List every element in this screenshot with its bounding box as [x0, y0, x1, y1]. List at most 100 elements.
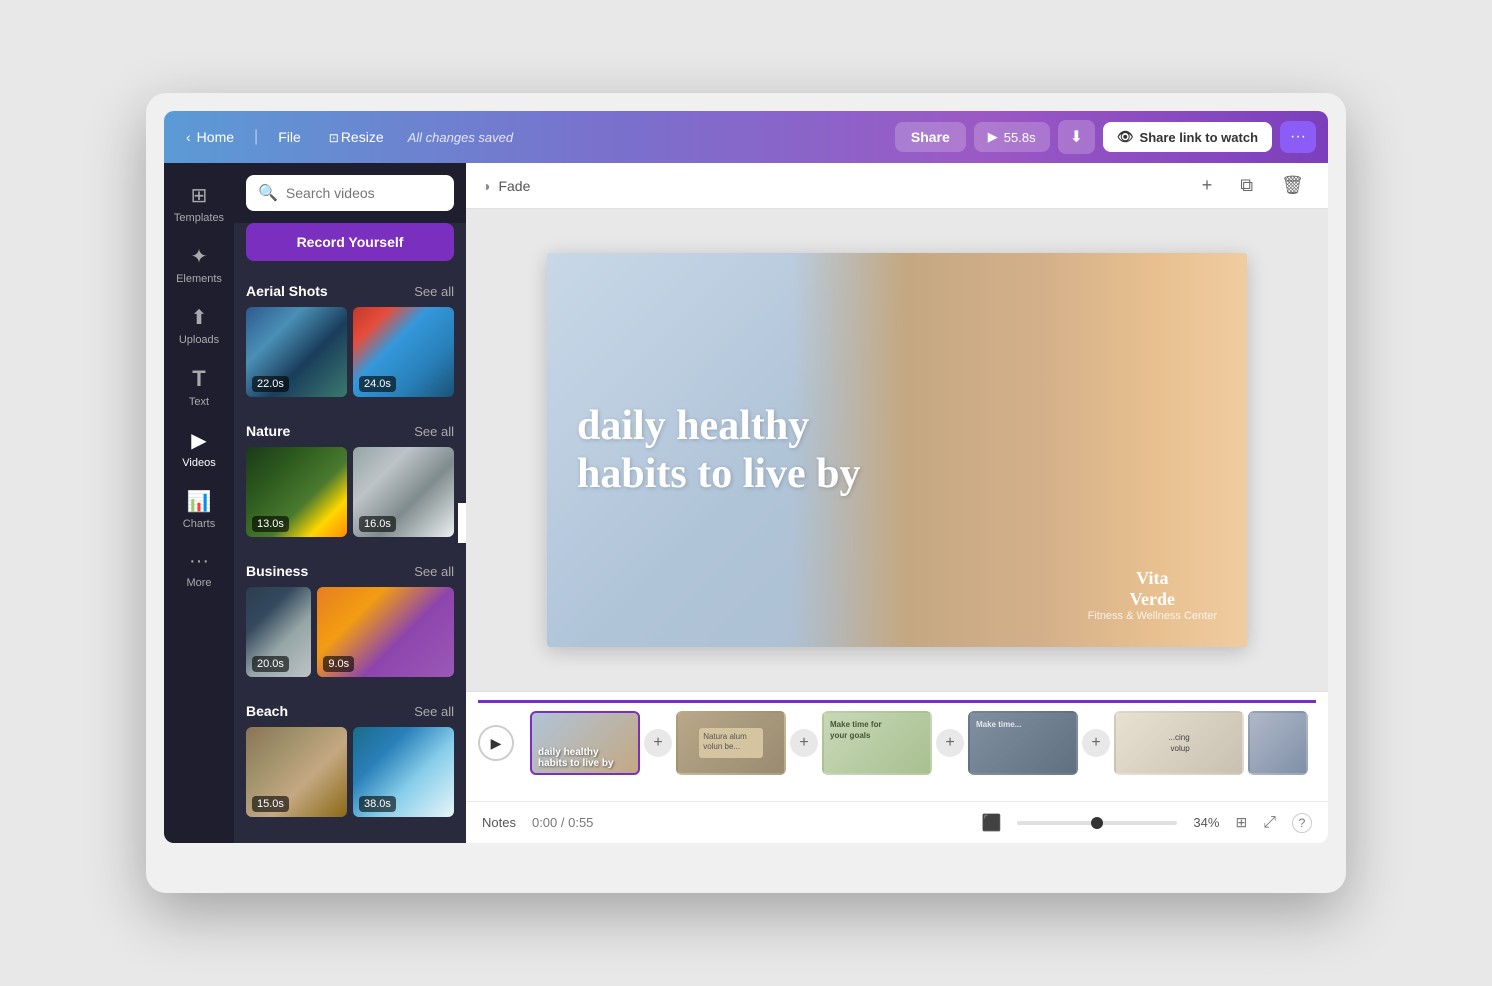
aerial-shots-see-all[interactable]: See all	[414, 284, 454, 299]
text-icon: T	[192, 366, 205, 392]
nature-section-header: Nature See all	[234, 413, 466, 447]
aerial-video-2-duration: 24.0s	[359, 376, 396, 392]
transition-indicator[interactable]: ◑ Fade	[482, 178, 530, 194]
sidebar-item-charts[interactable]: 📊 Charts	[164, 481, 234, 538]
sidebar-label-templates: Templates	[174, 212, 224, 224]
nature-video-2[interactable]: 16.0s	[353, 447, 454, 537]
delete-slide-button[interactable]: 🗑	[1273, 171, 1312, 200]
slide-brand-name: Vita Verde	[1088, 568, 1217, 610]
search-input[interactable]	[286, 185, 466, 201]
playback-slider[interactable]	[1017, 821, 1177, 825]
timeline-clip-4[interactable]: Make time...	[968, 711, 1078, 775]
share-link-button[interactable]: 👁 Share link to watch	[1103, 122, 1272, 152]
home-button[interactable]: ‹ Home	[176, 123, 244, 151]
beach-video-1[interactable]: 15.0s	[246, 727, 347, 817]
slide-headline-line2: habits to live by	[577, 451, 861, 497]
add-clip-button-2[interactable]: +	[790, 729, 818, 757]
home-label: Home	[197, 129, 234, 145]
timeline-clip-6[interactable]	[1248, 711, 1308, 775]
beach-video-2[interactable]: 38.0s	[353, 727, 454, 817]
aerial-video-1-duration: 22.0s	[252, 376, 289, 392]
aerial-video-1[interactable]: 22.0s	[246, 307, 347, 397]
sidebar-item-uploads[interactable]: ⬆ Uploads	[164, 297, 234, 354]
sidebar: ⊞ Templates ✦ Elements ⬆ Uploads T Text …	[164, 163, 234, 843]
add-clip-button-3[interactable]: +	[936, 729, 964, 757]
nature-see-all[interactable]: See all	[414, 424, 454, 439]
timeline: ▶ daily healthyhabits to live by +	[466, 691, 1328, 801]
timeline-progress-bar	[478, 700, 1316, 703]
sidebar-label-text: Text	[189, 396, 209, 408]
resize-menu[interactable]: ⊡Resize	[319, 123, 394, 151]
resize-icon: ⊡	[329, 131, 339, 145]
topbar: ‹ Home | File ⊡Resize All changes saved …	[164, 111, 1328, 163]
file-menu[interactable]: File	[268, 123, 311, 151]
grid-view-icon[interactable]: ⊞	[1235, 814, 1247, 831]
canvas-main: daily healthy habits to live by Vita Ver…	[466, 209, 1328, 691]
beach-video-2-duration: 38.0s	[359, 796, 396, 812]
beach-video-1-duration: 15.0s	[252, 796, 289, 812]
videos-icon: ▶	[191, 428, 206, 453]
transition-icon: ◑	[482, 178, 490, 194]
business-video-2[interactable]: 9.0s	[317, 587, 454, 677]
elements-icon: ✦	[191, 244, 208, 269]
add-slide-button[interactable]: +	[1194, 171, 1221, 200]
notes-button[interactable]: Notes	[482, 815, 516, 830]
sidebar-item-more[interactable]: ··· More	[164, 542, 234, 597]
slide-headline-line1: daily healthy	[577, 403, 809, 449]
saved-indicator: All changes saved	[408, 130, 514, 145]
share-button[interactable]: Share	[895, 122, 966, 152]
timeline-clip-5[interactable]: ...cingvolup	[1114, 711, 1244, 775]
canvas-toolbar: ◑ Fade + ⧉ 🗑	[466, 163, 1328, 209]
main-layout: ⊞ Templates ✦ Elements ⬆ Uploads T Text …	[164, 163, 1328, 843]
business-see-all[interactable]: See all	[414, 564, 454, 579]
search-box[interactable]: 🔍	[246, 175, 454, 211]
slide-headline: daily healthy habits to live by	[577, 402, 1217, 499]
nature-video-1-duration: 13.0s	[252, 516, 289, 532]
aerial-video-2[interactable]: 24.0s	[353, 307, 454, 397]
fullscreen-icon[interactable]: ⤢	[1263, 814, 1276, 832]
add-clip-button-4[interactable]: +	[1082, 729, 1110, 757]
add-clip-button-1[interactable]: +	[644, 729, 672, 757]
nature-video-2-duration: 16.0s	[359, 516, 396, 532]
duplicate-slide-button[interactable]: ⧉	[1232, 171, 1261, 200]
more-options-button[interactable]: ···	[1280, 121, 1316, 153]
transition-label: Fade	[498, 178, 530, 194]
help-icon[interactable]: ?	[1292, 813, 1312, 833]
business-video-2-duration: 9.0s	[323, 656, 354, 672]
sidebar-item-text[interactable]: T Text	[164, 358, 234, 416]
status-bar: Notes 0:00 / 0:55 ⬛ 34% ⊞ ⤢ ?	[466, 801, 1328, 843]
timeline-play-button[interactable]: ▶	[478, 725, 514, 761]
nature-grid: 13.0s 16.0s	[234, 447, 466, 553]
timeline-clip-1[interactable]: daily healthyhabits to live by	[530, 711, 640, 775]
beach-grid: 15.0s 38.0s	[234, 727, 466, 833]
beach-see-all[interactable]: See all	[414, 704, 454, 719]
playback-slider-handle[interactable]	[1091, 817, 1103, 829]
timeline-clip-3[interactable]: Make time foryour goals	[822, 711, 932, 775]
timeline-clip-2[interactable]: Natura alumvolun be...	[676, 711, 786, 775]
sidebar-label-more: More	[186, 577, 211, 589]
zoom-level: 34%	[1193, 815, 1219, 830]
sidebar-label-videos: Videos	[182, 457, 215, 469]
share-link-label: Share link to watch	[1140, 130, 1258, 145]
business-video-1-duration: 20.0s	[252, 656, 289, 672]
sidebar-label-elements: Elements	[176, 273, 222, 285]
search-area: 🔍	[234, 163, 466, 223]
sidebar-item-templates[interactable]: ⊞ Templates	[164, 175, 234, 232]
playback-time: 0:00 / 0:55	[532, 815, 593, 830]
templates-icon: ⊞	[191, 183, 208, 208]
download-button[interactable]: ⬇	[1058, 120, 1095, 154]
panel-collapse-handle[interactable]: ‹	[458, 503, 466, 543]
topbar-divider: |	[254, 128, 258, 146]
sidebar-item-videos[interactable]: ▶ Videos	[164, 420, 234, 477]
nature-video-1[interactable]: 13.0s	[246, 447, 347, 537]
video-panel: 🔍 Record Yourself Aerial Shots See all 2…	[234, 163, 466, 843]
nature-title: Nature	[246, 423, 290, 439]
search-icon: 🔍	[258, 183, 278, 203]
sidebar-item-elements[interactable]: ✦ Elements	[164, 236, 234, 293]
business-video-1[interactable]: 20.0s	[246, 587, 311, 677]
play-icon: ▶	[988, 129, 998, 145]
play-preview-button[interactable]: ▶ 55.8s	[974, 122, 1050, 152]
slide-preview[interactable]: daily healthy habits to live by Vita Ver…	[547, 253, 1247, 647]
record-yourself-button[interactable]: Record Yourself	[246, 223, 454, 261]
monitor-icon[interactable]: ⬛	[982, 813, 1002, 833]
